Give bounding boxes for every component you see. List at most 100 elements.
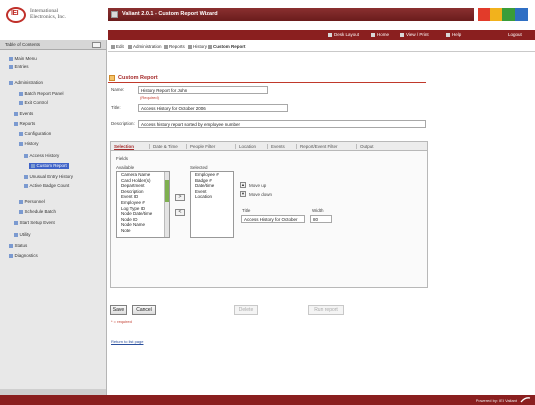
tab-report-event-filter[interactable]: Report/Event Filter (300, 144, 338, 149)
nav-label: View / Print (406, 32, 429, 37)
app-window-icon (111, 11, 118, 18)
sidebar-title: Table of Contents (5, 42, 41, 47)
move-up-button[interactable]: ▲ (240, 182, 246, 188)
title-bar: Valiant 2.0.1 - Custom Report Wizard (108, 8, 474, 21)
available-fields-list[interactable]: Camera Name Card Holder(s) Department Descr… (116, 171, 170, 238)
sidebar-item[interactable]: History (19, 141, 39, 147)
selected-fields-list[interactable]: Employee # Badge # Date/time Event Location (190, 171, 234, 238)
sidebar-item-label: Entries (14, 64, 29, 69)
monitor-icon (328, 32, 332, 37)
tree-node-icon (24, 174, 28, 179)
description-field[interactable] (138, 120, 426, 128)
subtab-reports[interactable]: Reports (164, 44, 185, 49)
tree-node-icon (9, 64, 13, 69)
tree-node-icon (9, 243, 13, 248)
tab-output[interactable]: Output (360, 144, 374, 149)
required-note: * = required (111, 319, 132, 324)
move-up-label: Move up (249, 183, 267, 188)
report-folder-icon (109, 75, 115, 81)
sidebar-item[interactable]: Events (14, 111, 33, 117)
scroll-thumb[interactable] (165, 180, 169, 202)
list-item[interactable]: Note (119, 228, 169, 234)
sidebar-item[interactable]: Schedule Batch (19, 209, 56, 215)
sidebar-item-label: Active Badge Count (29, 183, 70, 188)
subtab-edit[interactable]: Edit (111, 44, 124, 49)
nav-help[interactable]: Help (446, 32, 461, 37)
sidebar-item[interactable]: Configuration (19, 131, 51, 137)
tab-separator (296, 144, 297, 149)
app-title: Valiant 2.0.1 - Custom Report Wizard (122, 11, 218, 17)
sidebar-item-label: Diagnostics (14, 253, 38, 258)
sidebar-item[interactable]: Diagnostics (9, 253, 38, 259)
sidebar-item[interactable]: Administration (9, 80, 43, 86)
sidebar-item[interactable]: Main Menu (9, 56, 37, 62)
save-button[interactable]: Save (110, 305, 127, 315)
tab-selection[interactable]: Selection (114, 144, 134, 149)
remove-field-button[interactable]: < (175, 209, 185, 216)
sidebar-item[interactable]: Access History (24, 153, 59, 159)
nav-view-print[interactable]: View / Print (400, 32, 429, 37)
tree-node-icon (19, 91, 23, 96)
company-logo: IEI International Electronics, Inc. (6, 6, 92, 26)
available-list-items: Camera Name Card Holder(s) Department Descr… (117, 172, 169, 234)
sidebar-item[interactable]: Unusual Entry History (24, 174, 73, 180)
subtab-administration[interactable]: Administration (128, 44, 162, 49)
name-field[interactable] (138, 86, 268, 94)
run-report-button[interactable]: Run report (308, 305, 344, 315)
move-down-button[interactable]: ▼ (240, 191, 246, 197)
sidebar-item[interactable]: Reports (14, 121, 35, 127)
options-tab-strip: Selection Date & Time People Filter Loca… (111, 142, 427, 151)
main-workspace: Edit Administration Reports History Cust… (108, 40, 535, 395)
column-title-field[interactable] (241, 215, 305, 223)
report-options-panel: Selection Date & Time People Filter Loca… (110, 141, 428, 288)
sidebar-item-label: Access History (29, 153, 60, 158)
tree-node-icon (14, 220, 18, 225)
sidebar-item[interactable]: Batch Report Panel (19, 91, 64, 97)
available-list-scrollbar[interactable] (164, 172, 169, 237)
sidebar-item-label: Status (14, 243, 28, 248)
subtab-custom-report[interactable]: Custom Report (208, 44, 246, 49)
sidebar-item[interactable]: Exit Control (19, 100, 48, 106)
sidebar: Table of Contents Main Menu Entries Admini… (0, 40, 107, 395)
subtab-history[interactable]: History (188, 44, 207, 49)
nav-desk-layout[interactable]: Desk Layout (328, 32, 359, 37)
sidebar-item[interactable]: Active Badge Count (24, 183, 69, 189)
tree-node-icon (14, 121, 18, 126)
sidebar-item-label: Reports (19, 121, 36, 126)
sidebar-item[interactable]: Entries (9, 64, 29, 70)
sidebar-item-label: Start Setup Event (19, 220, 55, 225)
sidebar-item[interactable]: Personnel (19, 199, 45, 205)
add-field-button[interactable]: > (175, 194, 185, 201)
sidebar-header: Table of Contents (0, 40, 106, 50)
available-label: Available (116, 165, 135, 170)
brand-stripe-red (478, 8, 490, 21)
sidebar-item-label: Configuration (24, 131, 52, 136)
sidebar-item-label: Utility (19, 232, 31, 237)
title-field[interactable] (138, 104, 288, 112)
tree-node-icon (14, 232, 18, 237)
tab-location[interactable]: Location (239, 144, 256, 149)
sidebar-collapse-button[interactable] (92, 42, 101, 48)
tab-events[interactable]: Events (271, 144, 285, 149)
top-nav-bar: Desk Layout Home View / Print Help Logou… (108, 30, 535, 40)
brand-stripe-yellow (490, 8, 502, 21)
return-to-list-link[interactable]: Return to list page (111, 339, 143, 344)
sidebar-item[interactable]: Custom Report (29, 163, 69, 169)
brand-stripe-blue (515, 8, 528, 21)
delete-button[interactable]: Delete (234, 305, 258, 315)
cancel-button[interactable]: Cancel (132, 305, 156, 315)
list-item[interactable]: Location (193, 194, 233, 200)
tab-date-time[interactable]: Date & Time (153, 144, 178, 149)
column-width-field[interactable] (310, 215, 332, 223)
nav-home[interactable]: Home (371, 32, 389, 37)
fields-label: Fields (116, 156, 129, 161)
sidebar-item[interactable]: Status (9, 243, 27, 249)
sidebar-item[interactable]: Utility (14, 232, 31, 238)
nav-logout[interactable]: Logout (508, 32, 522, 37)
breadcrumb-tabs: Edit Administration Reports History Cust… (108, 40, 535, 52)
tab-people-filter[interactable]: People Filter (190, 144, 215, 149)
name-label: Name: (111, 87, 125, 92)
tree-node-icon (24, 153, 28, 158)
admin-icon (128, 44, 132, 49)
sidebar-item[interactable]: Start Setup Event (14, 220, 55, 226)
